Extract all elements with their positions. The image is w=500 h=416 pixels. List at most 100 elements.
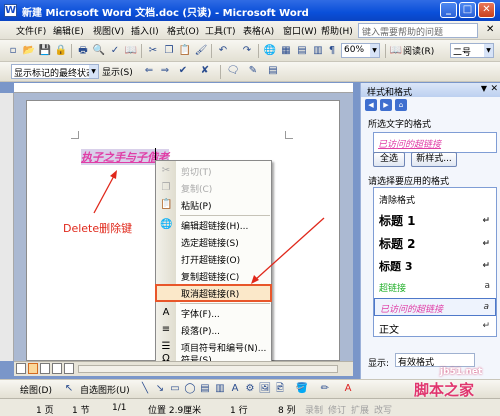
autoshapes-menu[interactable]: 自选图形(U) xyxy=(80,383,130,396)
horizontal-scrollbar[interactable] xyxy=(78,365,338,373)
chevron-down-icon[interactable]: ▼ xyxy=(481,84,487,93)
style-heading-2[interactable]: 标题 2 ↵ xyxy=(374,233,496,255)
forward-icon[interactable]: ▶ xyxy=(380,99,392,111)
normal-view-icon[interactable] xyxy=(16,363,26,374)
draw-menu[interactable]: 绘图(D) xyxy=(20,383,52,396)
vertical-ruler[interactable] xyxy=(0,93,14,361)
close-document-button[interactable]: ✕ xyxy=(486,24,494,35)
menu-tools[interactable]: 工具(T) xyxy=(205,24,236,37)
print-icon[interactable]: 🖶 xyxy=(76,44,90,58)
markup-combo[interactable]: 显示标记的最终状态 ▼ xyxy=(11,64,99,79)
menu-item-edit-hyperlink[interactable]: 🌐 编辑超链接(H)... xyxy=(156,217,271,233)
permission-icon[interactable]: 🔒 xyxy=(54,44,68,58)
undo-icon[interactable]: ↶ xyxy=(216,44,230,58)
read-button[interactable]: 阅读(R) xyxy=(403,44,434,57)
insert-table-icon[interactable]: ▤ xyxy=(295,44,309,58)
open-icon[interactable]: 📂 xyxy=(22,44,36,58)
research-icon[interactable]: 📖 xyxy=(124,44,138,58)
menu-item-copy-hyperlink[interactable]: 复制超链接(C) xyxy=(156,268,271,284)
menu-file[interactable]: 文件(F) xyxy=(16,24,46,37)
next-change-icon[interactable]: ⇒ xyxy=(158,64,172,78)
print-view-icon[interactable] xyxy=(40,363,50,374)
new-style-button[interactable]: 新样式... xyxy=(411,152,457,167)
style-heading-1[interactable]: 标题 1 ↵ xyxy=(374,210,496,232)
diagram-icon[interactable]: ⚙ xyxy=(243,382,257,396)
read-icon[interactable]: 📖 xyxy=(389,44,403,58)
menu-item-font[interactable]: A 字体(F)... xyxy=(156,305,271,321)
font-color-icon[interactable]: A xyxy=(341,382,355,396)
menu-item-open-hyperlink[interactable]: 打开超链接(O) xyxy=(156,251,271,267)
status-track[interactable]: 修订 xyxy=(328,403,346,416)
menu-item-cut[interactable]: ✂ 剪切(T) xyxy=(156,163,271,179)
status-record[interactable]: 录制 xyxy=(305,403,323,416)
menu-table[interactable]: 表格(A) xyxy=(243,24,274,37)
wordart-icon[interactable]: A xyxy=(228,382,242,396)
picture-icon[interactable]: 🖻 xyxy=(273,382,287,396)
menu-format[interactable]: 格式(O) xyxy=(167,24,199,37)
reviewing-pane-icon[interactable]: ▤ xyxy=(266,64,280,78)
close-window-button[interactable]: ✕ xyxy=(478,2,495,18)
maximize-button[interactable]: □ xyxy=(459,2,476,18)
style-followed-hyperlink[interactable]: 已访问的超链接 a xyxy=(374,298,496,316)
horizontal-ruler[interactable] xyxy=(14,83,353,93)
outline-view-icon[interactable] xyxy=(52,363,62,374)
columns-icon[interactable]: ▥ xyxy=(311,44,325,58)
menu-view[interactable]: 视图(V) xyxy=(93,24,124,37)
web-view-icon[interactable] xyxy=(28,363,38,374)
menu-item-copy[interactable]: ❐ 复制(C) xyxy=(156,180,271,196)
close-icon[interactable]: ✕ xyxy=(490,84,498,94)
arrow-icon[interactable]: ↘ xyxy=(153,382,167,396)
fill-color-icon[interactable]: 🪣 xyxy=(295,382,309,396)
track-changes-icon[interactable]: ✎ xyxy=(246,64,260,78)
back-icon[interactable]: ◀ xyxy=(365,99,377,111)
menu-item-paste[interactable]: 📋 粘贴(P) xyxy=(156,197,271,213)
spelling-icon[interactable]: ✓ xyxy=(108,44,122,58)
redo-icon[interactable]: ↷ xyxy=(240,44,254,58)
select-objects-icon[interactable]: ↖ xyxy=(62,382,76,396)
style-heading-3[interactable]: 标题 3 ↵ xyxy=(374,256,496,276)
reject-change-icon[interactable]: ✘ xyxy=(198,64,212,78)
menu-item-paragraph[interactable]: ≡ 段落(P)... xyxy=(156,322,271,338)
show-combo[interactable]: 有效格式 xyxy=(395,353,475,367)
cut-icon[interactable]: ✂ xyxy=(146,44,160,58)
vertical-textbox-icon[interactable]: ▥ xyxy=(213,382,227,396)
style-clear-format[interactable]: 清除格式 xyxy=(374,191,496,209)
menu-item-select-hyperlink[interactable]: 选定超链接(S) xyxy=(156,234,271,250)
format-painter-icon[interactable]: 🖌 xyxy=(194,44,208,58)
rectangle-icon[interactable]: ▭ xyxy=(168,382,182,396)
status-extend[interactable]: 扩展 xyxy=(351,403,369,416)
copy-icon[interactable]: ❐ xyxy=(162,44,176,58)
show-menu[interactable]: 显示(S) xyxy=(102,65,133,78)
line-icon[interactable]: ╲ xyxy=(138,382,152,396)
menu-help[interactable]: 帮助(H) xyxy=(321,24,353,37)
new-comment-icon[interactable]: 🗨 xyxy=(226,64,240,78)
status-overtype[interactable]: 改写 xyxy=(374,403,392,416)
menu-edit[interactable]: 编辑(E) xyxy=(53,24,84,37)
reading-view-icon[interactable] xyxy=(64,363,74,374)
style-hyperlink[interactable]: 超链接 a xyxy=(374,278,496,296)
hyperlink-icon[interactable]: 🌐 xyxy=(263,44,277,58)
home-icon[interactable]: ⌂ xyxy=(395,99,407,111)
help-search-input[interactable]: 键入需要帮助的问题 xyxy=(358,23,478,38)
accept-change-icon[interactable]: ✔ xyxy=(176,64,190,78)
menu-insert[interactable]: 插入(I) xyxy=(131,24,159,37)
zoom-combo[interactable]: 60% ▼ xyxy=(341,43,380,58)
select-all-button[interactable]: 全选 xyxy=(373,152,405,167)
save-icon[interactable]: 💾 xyxy=(38,44,52,58)
previous-change-icon[interactable]: ⇐ xyxy=(142,64,156,78)
oval-icon[interactable]: ◯ xyxy=(183,382,197,396)
tables-borders-icon[interactable]: ▦ xyxy=(279,44,293,58)
new-icon[interactable]: ▫ xyxy=(6,44,20,58)
selected-format-box[interactable]: 已访问的超链接 xyxy=(373,132,497,153)
paste-icon[interactable]: 📋 xyxy=(178,44,192,58)
preview-icon[interactable]: 🔍 xyxy=(92,44,106,58)
style-normal[interactable]: 正文 ↵ xyxy=(374,318,496,336)
font-size-combo[interactable]: 二号 ▼ xyxy=(450,43,494,58)
show-hide-icon[interactable]: ¶ xyxy=(325,44,339,58)
minimize-button[interactable]: _ xyxy=(440,2,457,18)
menu-window[interactable]: 窗口(W) xyxy=(283,24,317,37)
textbox-icon[interactable]: ▤ xyxy=(198,382,212,396)
line-color-icon[interactable]: ✏ xyxy=(318,382,332,396)
menu-item-remove-hyperlink[interactable]: 取消超链接(R) xyxy=(155,284,272,302)
clipart-icon[interactable]: 🖼 xyxy=(258,382,272,396)
